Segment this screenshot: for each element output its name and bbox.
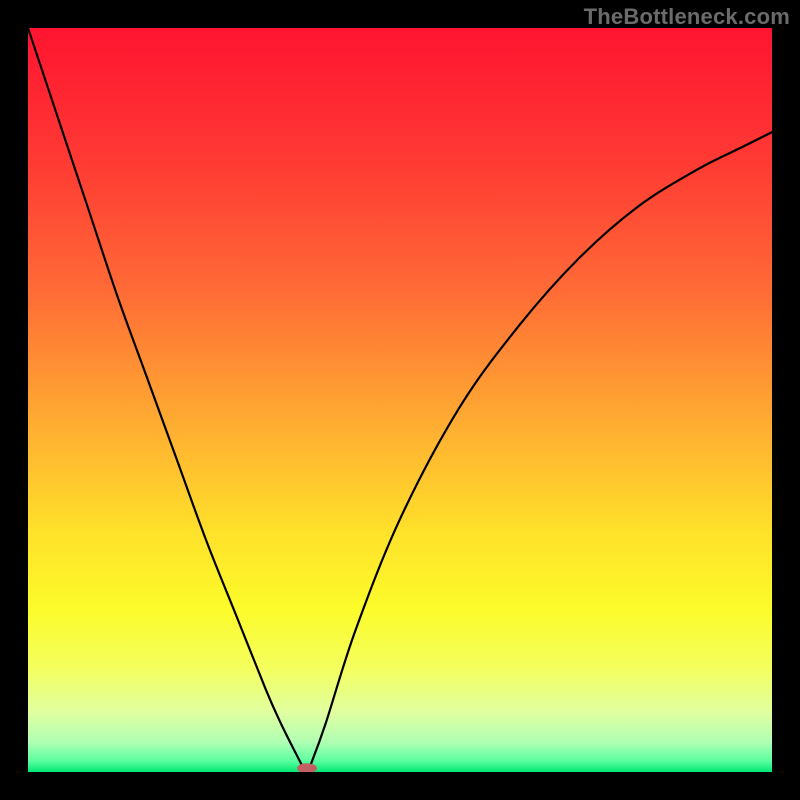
curve-layer (28, 28, 772, 772)
bottleneck-curve (28, 28, 772, 772)
minimum-marker (297, 763, 317, 772)
plot-area (28, 28, 772, 772)
chart-frame: TheBottleneck.com (0, 0, 800, 800)
watermark-text: TheBottleneck.com (584, 4, 790, 30)
